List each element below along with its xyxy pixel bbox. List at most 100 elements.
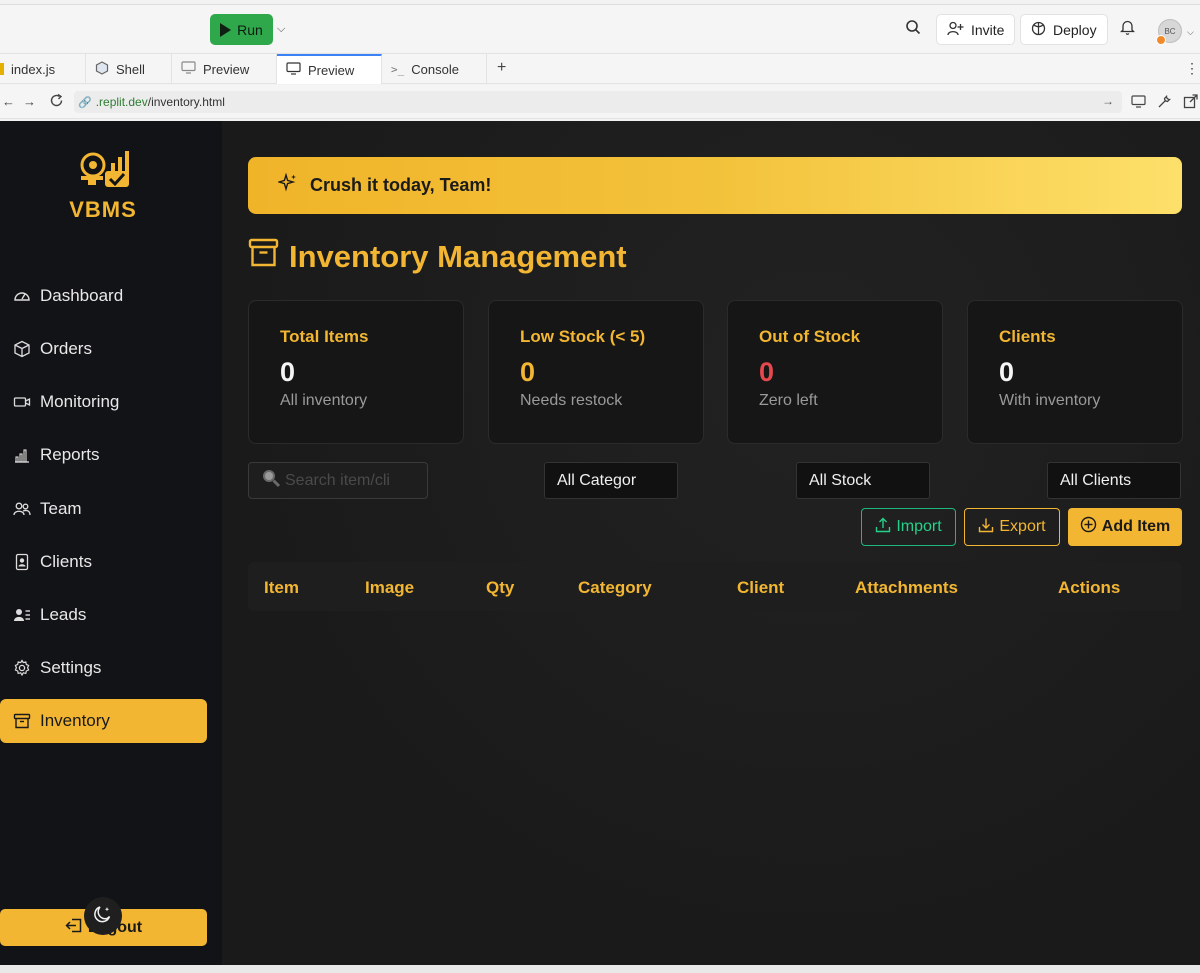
wrench-icon[interactable] [1157,94,1172,114]
sidebar-item-label: Leads [40,605,87,624]
banner-text: Crush it today, Team! [310,175,492,195]
chevron-down-icon[interactable]: ⌵ [1187,27,1194,38]
category-select[interactable]: All Categor [544,462,678,499]
team-icon [13,500,31,518]
sidebar-item-inventory[interactable]: Inventory [0,699,207,743]
column-header[interactable]: Client [737,578,784,598]
stat-card-total-items: Total Items 0 All inventory [248,300,464,444]
avatar-initials: BC [1164,26,1176,36]
add-tab-icon[interactable]: + [497,59,506,77]
stat-subtitle: All inventory [280,392,368,409]
search-icon[interactable] [905,19,921,40]
console-icon: >_ [391,62,405,76]
sidebar-item-label: Inventory [40,711,110,730]
stat-value: 0 [759,357,775,387]
stat-title: Total Items [280,327,369,346]
back-icon[interactable]: ← [2,94,15,109]
sidebar-item-orders[interactable]: Orders [0,327,207,371]
sidebar-item-label: Team [40,499,82,518]
export-label: Export [999,518,1046,535]
sidebar-item-monitoring[interactable]: Monitoring [0,380,207,424]
camera-icon [13,393,31,411]
sidebar-item-label: Dashboard [40,286,124,305]
tab-label: Preview [308,62,355,78]
tab-preview[interactable]: Preview [172,54,277,84]
page-title-text: Inventory Management [289,238,627,274]
forward-icon[interactable]: → [23,94,36,109]
more-vertical-icon[interactable]: ⋮ [1185,60,1199,77]
gear-icon [13,659,31,677]
sidebar-item-leads[interactable]: Leads [0,593,207,637]
logo-icon [77,149,133,189]
sidebar: VBMS Dashboard Orders Monitoring Reports [0,121,222,965]
invite-label: Invite [971,21,1005,38]
stat-card-low-stock: Low Stock (< 5) 0 Needs restock [488,300,704,444]
deploy-button[interactable]: Deploy [1020,14,1108,45]
sidebar-item-clients[interactable]: Clients [0,540,207,584]
run-label: Run [237,21,263,38]
add-item-button[interactable]: Add Item [1068,508,1182,546]
url-path: /inventory.html [147,95,225,109]
bell-icon[interactable] [1119,19,1136,40]
clients-select[interactable]: All Clients [1047,462,1181,499]
upload-icon [875,517,891,538]
column-header[interactable]: Item [264,578,299,598]
sidebar-item-settings[interactable]: Settings [0,646,207,690]
deploy-label: Deploy [1053,21,1097,38]
link-icon: 🔗 [78,96,92,109]
search-input[interactable] [285,471,405,490]
stat-title: Out of Stock [759,327,861,346]
external-link-icon[interactable] [1183,94,1198,114]
id-badge-icon [13,553,31,571]
stock-select[interactable]: All Stock [796,462,930,499]
column-header[interactable]: Qty [486,578,514,598]
tab-label: index.js [11,61,56,77]
sidebar-item-reports[interactable]: Reports [0,433,207,477]
theme-toggle-button[interactable] [84,897,122,935]
invite-button[interactable]: Invite [936,14,1016,45]
sidebar-item-label: Monitoring [40,392,120,411]
tab-console[interactable]: >_ Console [382,54,487,84]
arrow-right-icon[interactable]: → [1102,94,1114,108]
download-icon [978,517,994,538]
url-host: .replit.dev [95,95,148,109]
stat-value: 0 [280,357,296,387]
tab-shell[interactable]: Shell [86,54,172,84]
window-bottom-edge [0,965,1200,973]
import-label: Import [896,518,942,535]
monitor-icon [286,62,301,78]
workspace-toolbar: Run ⌵ Invite Deploy BC ⌵ [0,4,1200,52]
sidebar-item-label: Settings [40,658,102,677]
chevron-down-icon[interactable]: ⌵ [277,23,285,36]
url-input[interactable]: 🔗 .replit.dev/inventory.html → [74,91,1122,113]
status-dot [1156,35,1166,45]
sidebar-item-label: Reports [40,445,100,464]
export-button[interactable]: Export [964,508,1060,546]
tab-label: Shell [116,61,145,77]
play-icon [220,22,232,37]
reload-icon[interactable] [49,93,64,113]
shell-icon [95,60,109,78]
stat-subtitle: With inventory [999,392,1101,409]
column-header[interactable]: Actions [1058,578,1120,598]
dashboard-icon [13,287,31,305]
stat-title: Low Stock (< 5) [520,327,646,346]
column-header[interactable]: Attachments [855,578,958,598]
column-header[interactable]: Category [578,578,652,598]
tab-label: Console [411,61,459,77]
user-list-icon [13,606,31,624]
brand-name: VBMS [69,197,137,222]
column-header[interactable]: Image [365,578,414,598]
avatar[interactable]: BC [1156,19,1182,45]
run-button[interactable]: Run [210,14,273,45]
sidebar-item-dashboard[interactable]: Dashboard [0,274,207,318]
moon-icon [93,904,113,929]
url-row: ← → 🔗 .replit.dev/inventory.html → [0,85,1200,119]
search-box[interactable] [248,462,428,499]
sidebar-item-team[interactable]: Team [0,487,207,531]
import-button[interactable]: Import [861,508,956,546]
tab-index-js[interactable]: index.js [0,54,86,84]
inventory-table-header: Item Image Qty Category Client Attachmen… [248,562,1182,611]
monitor-icon[interactable] [1131,95,1146,113]
tab-preview-active[interactable]: Preview [277,54,382,84]
